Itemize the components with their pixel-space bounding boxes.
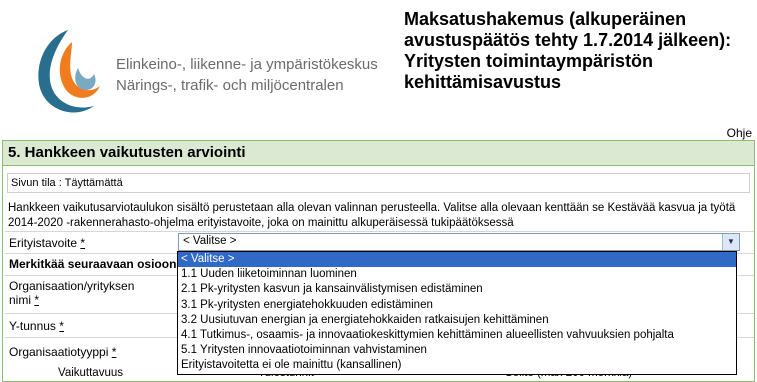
- dropdown-option[interactable]: 5.1 Yritysten innovaatiotoiminnan vahvis…: [178, 343, 736, 358]
- section-title: 5. Hankkeen vaikutusten arviointi: [3, 141, 754, 166]
- chevron-down-icon[interactable]: ▼: [722, 234, 739, 250]
- dropdown-option[interactable]: 4.1 Tutkimus-, osaamis- ja innovaatiokes…: [178, 328, 736, 343]
- page-title: Maksatushakemus (alkuperäinen avustuspää…: [404, 9, 732, 92]
- required-mark: *: [34, 293, 40, 307]
- dropdown-option[interactable]: < Valitse >: [178, 252, 736, 268]
- page-status: Sivun tila : Täyttämättä: [7, 173, 750, 193]
- org-name-label: Organisaation/yrityksen nimi *: [9, 279, 135, 307]
- dropdown-option[interactable]: 3.1 Pk-yritysten energiatehokkuuden edis…: [178, 298, 736, 313]
- erityistavoite-select[interactable]: < Valitse > ▼: [178, 233, 740, 251]
- dropdown-option[interactable]: 1.1 Uuden liiketoiminnan luominen: [178, 267, 736, 282]
- required-mark: *: [111, 345, 117, 359]
- org-name-fi: Elinkeino-, liikenne- ja ympäristökeskus: [116, 56, 378, 73]
- instructions-text: Hankkeen vaikutusarviotaulukon sisältö p…: [8, 202, 736, 229]
- page-header: Elinkeino-, liikenne- ja ympäristökeskus…: [0, 0, 757, 140]
- table-header-vaikuttavuus: Vaikuttavuus: [58, 367, 123, 379]
- org-type-label: Organisaatiotyyppi *: [9, 345, 117, 359]
- dropdown-option[interactable]: Erityistavoitetta ei ole mainittu (kansa…: [178, 358, 736, 373]
- org-name-sv: Närings-, trafik- och miljöcentralen: [116, 77, 344, 94]
- erityistavoite-dropdown-list[interactable]: < Valitse > 1.1 Uuden liiketoiminnan luo…: [177, 251, 737, 375]
- help-link[interactable]: Ohje: [727, 126, 752, 140]
- ytunnus-label: Y-tunnus *: [9, 319, 64, 333]
- dropdown-option[interactable]: 3.2 Uusiutuvan energian ja energiatehokk…: [178, 313, 736, 328]
- required-mark: *: [80, 236, 86, 250]
- erityistavoite-label: Erityistavoite *: [9, 236, 86, 250]
- required-mark: *: [59, 319, 64, 333]
- ely-logo-icon: [38, 30, 100, 113]
- organization-name: Elinkeino-, liikenne- ja ympäristökeskus…: [116, 54, 378, 96]
- select-value: < Valitse >: [183, 235, 237, 247]
- dropdown-option[interactable]: 2.1 Pk-yritysten kasvun ja kansainvälist…: [178, 282, 736, 297]
- merkitkaa-label: Merkitkää seuraavaan osioon: [9, 257, 177, 271]
